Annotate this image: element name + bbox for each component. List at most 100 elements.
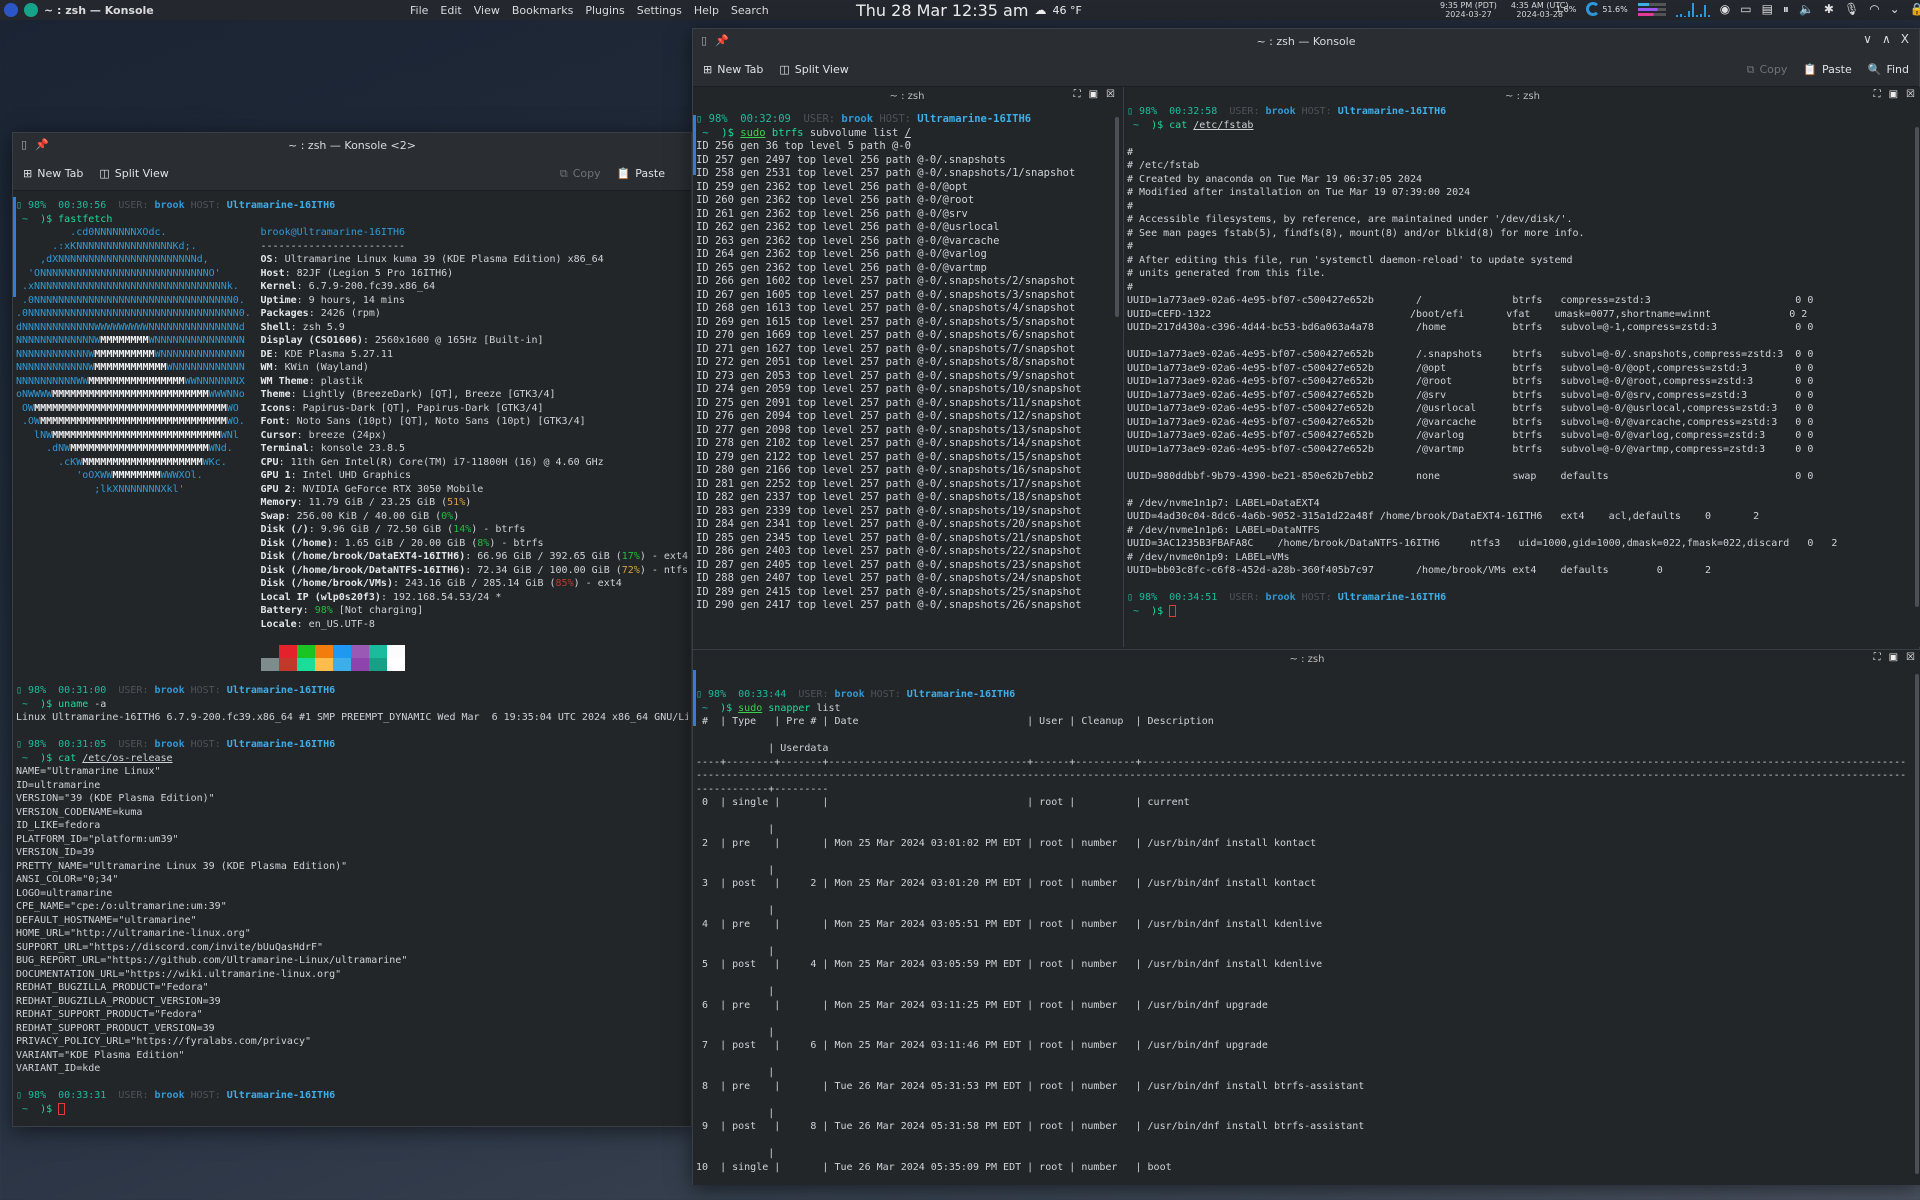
bluetooth-icon[interactable]: ✱ <box>1824 2 1834 16</box>
table-separator: ------------+--------- <box>696 783 829 795</box>
window-titlebar[interactable]: ▯ 📌 ~ : zsh — Konsole <2> <box>13 133 691 157</box>
menu-file[interactable]: File <box>410 4 428 17</box>
palette-swatch <box>332 644 351 658</box>
lock-icon[interactable]: 🔒 <box>1910 2 1920 16</box>
command-path: / <box>904 126 911 139</box>
ultramarine-logo-icon[interactable] <box>24 3 38 17</box>
menu-plugins[interactable]: Plugins <box>585 4 624 17</box>
terminal-line: DEFAULT_HOSTNAME="ultramarine" <box>16 914 688 928</box>
ascii-logo-segment: MMMMMMMMMM <box>94 348 155 360</box>
terminal-output-fstab[interactable]: ▯ 98% 00:32:58 USER: brook HOST: Ultrama… <box>1127 105 1907 645</box>
menu-settings[interactable]: Settings <box>637 4 682 17</box>
maximize-pane-icon[interactable]: ⛶ <box>1074 89 1081 100</box>
minimize-button[interactable]: ∨ <box>1863 32 1872 46</box>
menu-edit[interactable]: Edit <box>440 4 461 17</box>
subvolume-line: ID 266 gen 1602 top level 257 path @-0/.… <box>696 275 1076 287</box>
terminal-line: ID 264 gen 2362 top level 256 path @-0/@… <box>696 248 1116 262</box>
prompt-user-label: USER: <box>118 685 155 696</box>
menu-bookmarks[interactable]: Bookmarks <box>512 4 573 17</box>
fstab-line: UUID=1a773ae9-02a6-4e95-bf07-c500427e652… <box>1127 443 1814 455</box>
active-window-title: ~ : zsh — Konsole <box>44 3 154 17</box>
pane-split-icon[interactable]: ▣ <box>1889 652 1898 663</box>
info-key: Disk (/home/brook/DataNTFS-16ITH6) <box>260 564 466 576</box>
close-pane-icon[interactable]: ☒ <box>1906 89 1915 100</box>
terminal-line: UUID=4ad30c04-8dc6-4a6b-9052-315a1d22a48… <box>1127 510 1907 524</box>
pin-icon[interactable]: 📌 <box>35 138 49 151</box>
find-button[interactable]: 🔍 Find <box>1868 63 1909 76</box>
terminal-line: .cKWMMMMMMMMMMMMMMMMMMMMWKc. <box>16 456 261 470</box>
paste-button[interactable]: 📋 Paste <box>1803 63 1851 76</box>
text-cursor[interactable] <box>58 1102 66 1115</box>
wifi-icon[interactable]: ◠ <box>1869 2 1879 16</box>
scrollbar[interactable] <box>1915 674 1919 1174</box>
close-pane-icon[interactable]: ☒ <box>1906 652 1915 663</box>
pin-icon[interactable]: 📌 <box>715 34 729 47</box>
volume-icon[interactable]: 🔈 <box>1799 2 1814 16</box>
split-pane-btrfs[interactable]: ~ : zsh ⛶ ▣ ☒ ▯ 98% 00:32:09 USER: brook H… <box>693 87 1121 647</box>
info-value: : konsole 23.8.5 <box>308 443 406 454</box>
maximize-pane-icon[interactable]: ⛶ <box>1874 89 1881 100</box>
split-pane-fstab[interactable]: ~ : zsh ⛶ ▣ ☒ ▯ 98% 00:32:58 USER: brook H… <box>1123 87 1920 647</box>
terminal-line: ID 271 gen 1627 top level 257 path @-0/.… <box>696 343 1116 357</box>
terminal-line: ID 279 gen 2122 top level 257 path @-0/.… <box>696 451 1116 465</box>
subvolume-line: ID 261 gen 2362 top level 256 path @-0/@… <box>696 207 968 220</box>
palette-swatch <box>260 657 279 671</box>
info-key: Cursor <box>260 429 297 441</box>
maximize-pane-icon[interactable]: ⛶ <box>1874 652 1881 663</box>
split-pane-snapper[interactable]: ~ : zsh ⛶ ▣ ☒ ▯ 98% 00:33:44 USER: brook H… <box>693 649 1920 1185</box>
microphone-icon[interactable]: 🎙 <box>1844 2 1859 16</box>
split-view-button[interactable]: ◫ Split View <box>99 167 168 180</box>
scrollbar[interactable] <box>1115 117 1119 317</box>
pane-split-icon[interactable]: ▣ <box>1089 89 1098 100</box>
terminal-line: DE: KDE Plasma 5.27.11 <box>261 348 688 362</box>
close-pane-icon[interactable]: ☒ <box>1106 89 1115 100</box>
chevron-down-icon[interactable]: ⌄ <box>1890 2 1900 16</box>
subvolume-line: ID 287 gen 2405 top level 257 path @-0/.… <box>696 558 1082 571</box>
split-view-button[interactable]: ◫ Split View <box>779 63 848 76</box>
clipboard-icon[interactable]: ▤ <box>1762 2 1773 16</box>
terminal-line: .0NNNNNNNNNNNNNNNNNNNNNNNNNNNNNNNNN0. <box>16 294 261 308</box>
scrollbar[interactable] <box>1915 127 1919 607</box>
copy-button[interactable]: ⧉ Copy <box>560 167 601 181</box>
terminal-output-snapper[interactable]: ▯ 98% 00:33:44 USER: brook HOST: Ultrama… <box>696 688 1906 1184</box>
terminal-line: ~ )$ sudo snapper list <box>696 702 1906 716</box>
terminal-line: ID 263 gen 2362 top level 256 path @-0/@… <box>696 235 1116 249</box>
window-titlebar[interactable]: ▯ 📌 ~ : zsh — Konsole ∨ ∧ X <box>693 29 1919 53</box>
info-value: : 82JF (Legion 5 Pro 16ITH6) <box>284 267 454 279</box>
terminal-line: ANSI_COLOR="0;34" <box>16 873 688 887</box>
text-cursor[interactable] <box>1169 604 1177 617</box>
prompt-user-label: USER: <box>1229 106 1266 117</box>
prompt-dir: ~ <box>16 698 41 710</box>
menu-search[interactable]: Search <box>731 4 769 17</box>
terminal-output-btrfs[interactable]: ▯ 98% 00:32:09 USER: brook HOST: Ultrama… <box>696 113 1116 643</box>
menu-view[interactable]: View <box>474 4 500 17</box>
prompt-host: Ultramarine-16ITH6 <box>226 739 336 750</box>
terminal-icon[interactable]: ▭ <box>1740 2 1751 16</box>
pane-split-icon[interactable]: ▣ <box>1889 89 1898 100</box>
command-name: cat <box>58 752 83 764</box>
copy-button[interactable]: ⧉ Copy <box>1747 63 1788 77</box>
obs-icon[interactable]: ◉ <box>1720 2 1730 16</box>
prompt-dir: ~ <box>1127 605 1152 617</box>
close-button[interactable]: X <box>1901 32 1909 46</box>
terminal-line: ID 265 gen 2362 top level 256 path @-0/@… <box>696 262 1116 276</box>
new-tab-button[interactable]: ⊞ New Tab <box>703 63 763 76</box>
clock-text: Thu 28 Mar 12:35 am <box>856 0 1029 20</box>
cpu-usage: 1.6% <box>1556 4 1577 14</box>
media-pause-icon[interactable]: ⏸ <box>1783 2 1789 17</box>
digital-clock[interactable]: Thu 28 Mar 12:35 am ☁ 46 °F <box>856 0 1082 20</box>
menu-help[interactable]: Help <box>694 4 719 17</box>
terminal-line: ID=ultramarine <box>16 779 688 793</box>
new-tab-button[interactable]: ⊞ New Tab <box>23 167 83 180</box>
info-value: : breeze (24px) <box>296 429 387 441</box>
fstab-line: UUID=1a773ae9-02a6-4e95-bf07-c500427e652… <box>1127 376 1814 387</box>
maximize-button[interactable]: ∧ <box>1882 32 1891 46</box>
palette-swatch <box>350 657 369 671</box>
terminal-output-left[interactable]: ▯ 98% 00:30:56 USER: brook HOST: Ultrama… <box>16 199 688 1119</box>
app-launcher-icon[interactable] <box>4 3 18 17</box>
terminal-line: # <box>1127 200 1907 214</box>
terminal-line: .:xKNNNNNNNNNNNNNNNNKd;. <box>16 240 261 254</box>
paste-button[interactable]: 📋 Paste <box>617 167 665 180</box>
